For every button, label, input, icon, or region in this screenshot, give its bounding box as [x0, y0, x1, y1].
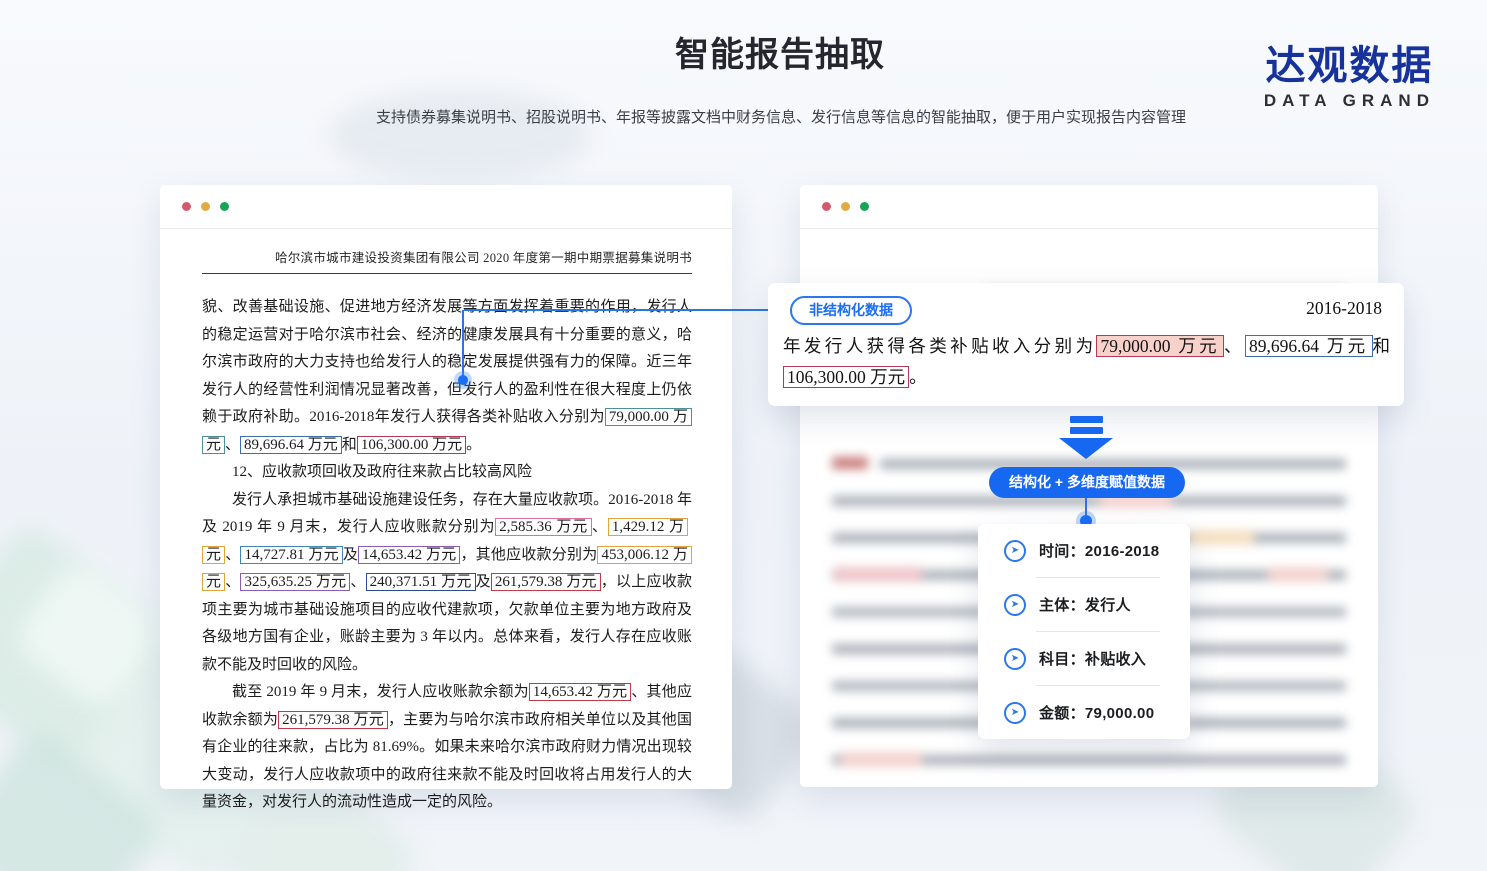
brand-logo-cn: 达观数据	[1264, 44, 1435, 88]
extracted-value: 261,579.38 万元	[491, 573, 601, 591]
page-title: 智能报告抽取	[675, 27, 885, 76]
circled-arrow-icon: ➤	[1004, 648, 1026, 670]
document-paragraph: 截至 2019 年 9 月末，发行人应收账款余额为14,653.42 万元、其他…	[202, 679, 692, 817]
extracted-value: 89,696.64 万元	[240, 436, 342, 454]
field-label-value: 主体：发行人	[1039, 594, 1131, 615]
brand-logo-en: DATA GRAND	[1264, 91, 1435, 111]
red-dot-icon	[182, 202, 191, 211]
blurred-text-line	[1190, 530, 1254, 545]
blurred-text-line	[1268, 567, 1328, 582]
blurred-text-line	[834, 567, 922, 582]
extracted-value: 14,653.42 万元	[529, 683, 631, 701]
extracted-value: 14,653.42 万元	[358, 546, 460, 564]
doc-text: 。	[909, 367, 927, 387]
doc-text: 、	[350, 574, 365, 590]
green-dot-icon	[220, 202, 229, 211]
extracted-value: 106,300.00 万元	[783, 366, 909, 388]
blurred-text-line	[832, 457, 868, 469]
brand-logo: 达观数据 DATA GRAND	[1264, 44, 1435, 111]
extracted-value: 261,579.38 万元	[278, 711, 388, 729]
field-label-value: 时间：2016-2018	[1039, 540, 1159, 561]
extracted-value: 325,635.25 万元	[240, 573, 350, 591]
doc-text: 、	[225, 437, 240, 453]
extracted-value: 79,000.00 万元	[1096, 335, 1224, 357]
page: 智能报告抽取 支持债券募集说明书、招股说明书、年报等披露文档中财务信息、发行信息…	[0, 0, 1487, 871]
field-label-value: 金额：79,000.00	[1039, 702, 1154, 723]
doc-text: 和	[1373, 336, 1391, 356]
doc-text: 及	[476, 574, 491, 590]
down-arrow-icon	[1059, 438, 1113, 459]
yellow-dot-icon	[841, 202, 850, 211]
period-label: 2016-2018	[1306, 298, 1382, 319]
down-arrow-icon	[1070, 427, 1103, 434]
bg-blob	[330, 90, 590, 180]
doc-text: 截至 2019 年 9 月末，发行人应收账款余额为	[232, 684, 529, 700]
field-row-subject: ➤ 主体：发行人	[978, 578, 1190, 631]
document-header: 哈尔滨市城市建设投资集团有限公司 2020 年度第一期中期票据募集说明书	[202, 243, 692, 274]
window-titlebar	[160, 185, 732, 229]
yellow-dot-icon	[201, 202, 210, 211]
doc-text: 、	[592, 519, 608, 535]
green-dot-icon	[860, 202, 869, 211]
extracted-value: 240,371.51 万元	[366, 573, 476, 591]
document-body: 哈尔滨市城市建设投资集团有限公司 2020 年度第一期中期票据募集说明书 貌、改…	[160, 229, 732, 817]
down-arrow-icon	[1070, 416, 1103, 423]
field-label-value: 科目：补贴收入	[1039, 648, 1146, 669]
extracted-value: 106,300.00 万元	[357, 436, 466, 454]
doc-text: ，其他应收款分别为	[460, 547, 597, 563]
connector-vertical-line	[462, 310, 464, 380]
unstructured-data-card: 非结构化数据 2016-2018 年发行人获得各类补贴收入分别为79,000.0…	[768, 283, 1404, 406]
doc-text: 、	[1224, 336, 1245, 356]
source-document-window: 哈尔滨市城市建设投资集团有限公司 2020 年度第一期中期票据募集说明书 貌、改…	[160, 185, 732, 789]
doc-text: 和	[342, 437, 357, 453]
window-titlebar	[800, 185, 1378, 229]
connector-horizontal-line	[464, 309, 790, 311]
field-row-amount: ➤ 金额：79,000.00	[978, 686, 1190, 739]
extracted-sentence: 年发行人获得各类补贴收入分别为79,000.00 万元、89,696.64 万元…	[783, 331, 1390, 393]
doc-text: 年发行人获得各类补贴收入分别为	[783, 336, 1096, 356]
doc-text: 。	[466, 437, 481, 453]
doc-text: 、	[225, 547, 240, 563]
blurred-text-line	[840, 752, 922, 767]
circled-arrow-icon: ➤	[1004, 702, 1026, 724]
doc-text: 12、应收款项回收及政府往来款占比较高风险	[232, 464, 532, 480]
red-dot-icon	[822, 202, 831, 211]
structured-data-badge[interactable]: 结构化 + 多维度赋值数据	[989, 467, 1185, 498]
extracted-value: 14,727.81 万元	[240, 546, 342, 564]
structured-fields-card: ➤ 时间：2016-2018 ➤ 主体：发行人 ➤ 科目：补贴收入 ➤ 金额：7…	[978, 524, 1190, 739]
anchor-dot-icon	[458, 375, 468, 385]
document-paragraph: 貌、改善基础设施、促进地方经济发展等方面发挥着重要的作用，发行人的稳定运营对于哈…	[202, 294, 692, 459]
circled-arrow-icon: ➤	[1004, 540, 1026, 562]
doc-text: 、	[225, 574, 240, 590]
extracted-value: 89,696.64 万元	[1245, 335, 1373, 357]
circled-arrow-icon: ➤	[1004, 594, 1026, 616]
doc-text: 貌、改善基础设施、促进地方经济发展等方面发挥着重要的作用，发行人的稳定运营对于哈…	[202, 299, 692, 425]
extracted-value: 2,585.36 万元	[495, 518, 592, 536]
document-paragraphs: 貌、改善基础设施、促进地方经济发展等方面发挥着重要的作用，发行人的稳定运营对于哈…	[202, 294, 692, 817]
unstructured-data-badge[interactable]: 非结构化数据	[790, 296, 912, 325]
page-subtitle: 支持债券募集说明书、招股说明书、年报等披露文档中财务信息、发行信息等信息的智能抽…	[376, 106, 1186, 127]
field-row-account: ➤ 科目：补贴收入	[978, 632, 1190, 685]
field-row-time: ➤ 时间：2016-2018	[978, 524, 1190, 577]
doc-text: 及	[343, 547, 358, 563]
document-paragraph: 12、应收款项回收及政府往来款占比较高风险	[202, 459, 692, 487]
document-paragraph: 发行人承担城市基础设施建设任务，存在大量应收款项。2016-2018 年及 20…	[202, 487, 692, 680]
